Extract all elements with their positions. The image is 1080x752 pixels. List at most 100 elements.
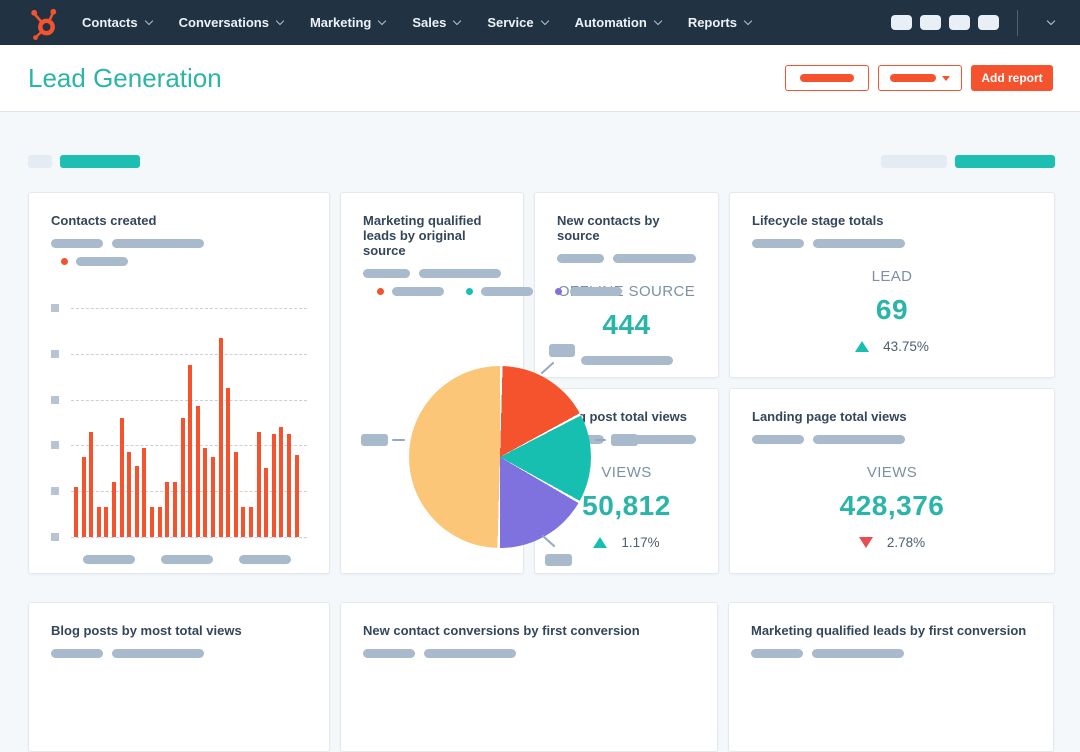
nav-item-label: Contacts	[82, 15, 138, 30]
legend-dot-icon	[377, 288, 384, 295]
report-subtitle-skeleton	[51, 649, 307, 658]
report-title[interactable]: Blog posts by most total views	[51, 623, 307, 638]
account-menu-chevron-down-icon[interactable]	[1046, 16, 1056, 25]
nav-item-label: Reports	[687, 15, 737, 30]
bar	[241, 507, 246, 537]
legend-item	[555, 287, 622, 296]
nav-item-label: Sales	[412, 15, 447, 30]
skeleton-bar	[812, 649, 904, 658]
report-subtitle-skeleton	[557, 254, 696, 263]
bar	[264, 468, 269, 537]
nav-item-contacts[interactable]: Contacts	[82, 15, 153, 30]
dashboard-actions-dropdown-skeleton[interactable]	[878, 65, 962, 91]
pie-chart	[409, 366, 591, 548]
toolbar-right-skeleton	[881, 155, 1055, 168]
nav-item-automation[interactable]: Automation	[575, 15, 663, 30]
skeleton-bar	[751, 649, 803, 658]
report-card-landing-page-total-views: Landing page total views VIEWS 428,376 2…	[729, 388, 1055, 574]
nav-icon-placeholder[interactable]	[891, 15, 912, 30]
metric-value: 69	[875, 294, 909, 325]
report-title[interactable]: New contact conversions by first convers…	[363, 623, 695, 638]
report-title[interactable]: Marketing qualified leads by original so…	[363, 213, 501, 258]
bar	[249, 507, 254, 537]
bar	[81, 456, 86, 537]
bar	[226, 388, 231, 537]
nav-icon-placeholder[interactable]	[949, 15, 970, 30]
skeleton-bar	[239, 555, 291, 564]
bar	[294, 454, 299, 537]
nav-divider	[1017, 9, 1018, 36]
chevron-down-icon	[942, 75, 950, 81]
tick-placeholder	[51, 395, 59, 404]
nav-item-reports[interactable]: Reports	[687, 15, 753, 30]
bar-chart-bars	[74, 308, 299, 537]
bar	[287, 433, 292, 537]
skeleton-bar	[112, 239, 204, 248]
bar	[195, 406, 200, 537]
metric-value: 428,376	[839, 490, 945, 521]
nav-icon-placeholder[interactable]	[920, 15, 941, 30]
bar	[150, 507, 155, 537]
nav-item-marketing[interactable]: Marketing	[310, 15, 387, 30]
report-subtitle-skeleton	[752, 239, 1032, 248]
dashboard-filter-button-skeleton[interactable]	[785, 65, 869, 91]
delta-value: 2.78%	[886, 535, 926, 550]
skeleton-bar-teal	[955, 155, 1055, 168]
nav-icon-placeholder[interactable]	[978, 15, 999, 30]
chart-legend	[61, 257, 307, 266]
skeleton-bar	[881, 155, 947, 168]
bar-chart	[51, 304, 307, 564]
skeleton-bar	[752, 239, 804, 248]
skeleton-bar	[481, 287, 533, 296]
bar	[203, 447, 208, 537]
page-title: Lead Generation	[28, 62, 222, 93]
delta-value: 1.17%	[621, 535, 660, 550]
metric-label: VIEWS	[866, 464, 918, 481]
arrow-down-icon	[858, 537, 873, 548]
chevron-down-icon	[653, 16, 663, 25]
skeleton-bar	[557, 254, 604, 263]
report-card-lifecycle-stage-totals: Lifecycle stage totals LEAD 69 43.75%	[729, 192, 1055, 378]
metric-block: LEAD 69 43.75%	[752, 248, 1032, 354]
bar	[165, 482, 170, 537]
nav-item-service[interactable]: Service	[487, 15, 549, 30]
report-subtitle-skeleton	[363, 269, 501, 278]
bar	[188, 365, 193, 537]
pie-callout-line	[392, 439, 405, 441]
skeleton-bar	[418, 269, 501, 278]
legend-item	[377, 287, 444, 296]
skeleton-bar	[83, 555, 135, 564]
bar	[157, 507, 162, 537]
report-title[interactable]: Marketing qualified leads by first conve…	[751, 623, 1031, 638]
report-card-mql-by-first-conversion: Marketing qualified leads by first conve…	[728, 602, 1054, 752]
bar	[210, 456, 215, 537]
skeleton-bar	[580, 356, 673, 365]
bar	[142, 447, 147, 537]
top-nav: Contacts Conversations Marketing Sales S…	[0, 0, 1080, 45]
hubspot-logo-icon[interactable]	[30, 6, 58, 40]
tick-placeholder	[51, 349, 59, 358]
report-grid-row-1: Contacts created New contacts by source …	[28, 192, 1055, 574]
bar	[119, 417, 124, 537]
bar	[180, 417, 185, 537]
metric-delta: 2.78%	[858, 535, 926, 550]
chevron-down-icon	[540, 16, 549, 25]
dashboard-body: Contacts created New contacts by source …	[0, 112, 1080, 752]
nav-item-sales[interactable]: Sales	[412, 15, 462, 30]
dashboard-toolbar-skeleton	[28, 155, 1055, 168]
report-title[interactable]: Landing page total views	[752, 409, 1032, 424]
skeleton-bar	[813, 239, 905, 248]
bar	[172, 482, 177, 537]
x-axis-label-placeholders	[83, 555, 291, 564]
gridline	[71, 537, 307, 538]
chevron-down-icon	[275, 16, 285, 25]
nav-item-conversations[interactable]: Conversations	[179, 15, 285, 30]
report-title[interactable]: Lifecycle stage totals	[752, 213, 1032, 228]
bar	[271, 433, 276, 537]
report-title[interactable]: New contacts by source	[557, 213, 696, 243]
legend-dot-icon	[555, 288, 562, 295]
report-title[interactable]: Contacts created	[51, 213, 307, 228]
pie-callout-label-placeholder	[611, 434, 638, 446]
report-grid-row-2: Blog posts by most total views New conta…	[28, 602, 1055, 752]
add-report-button[interactable]: Add report	[971, 65, 1053, 91]
